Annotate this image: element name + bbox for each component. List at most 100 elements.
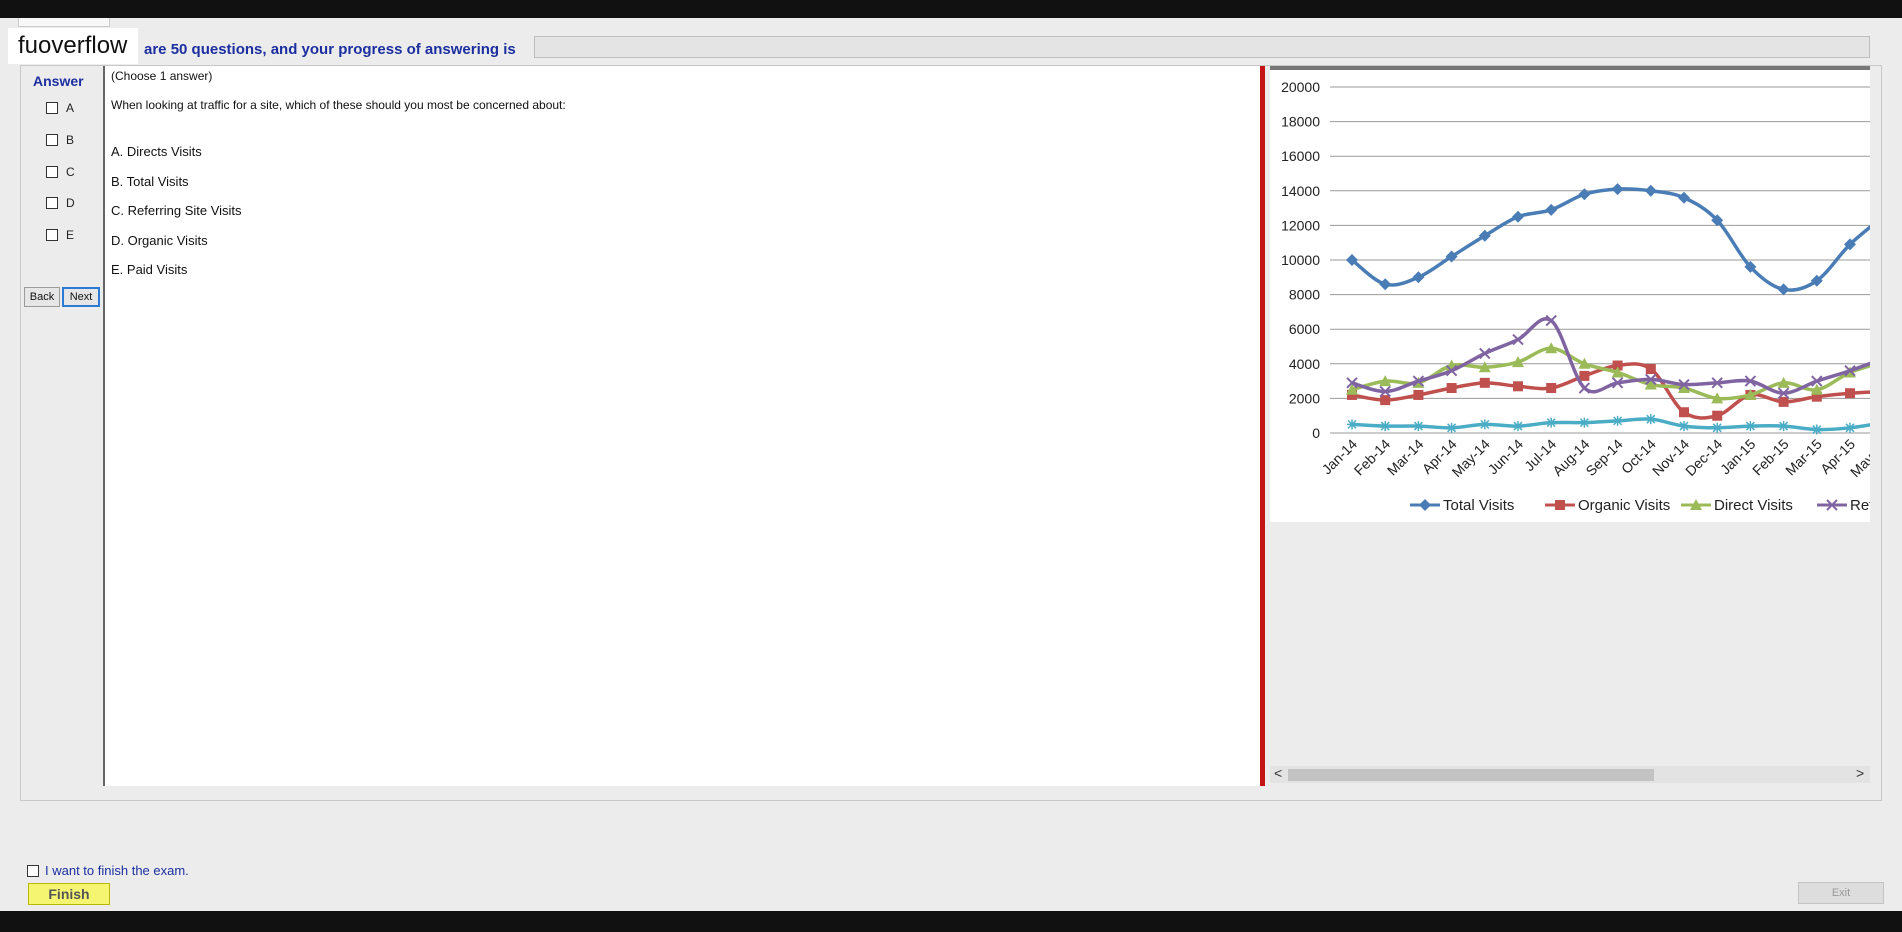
y-tick-label: 12000 [1281,217,1320,233]
y-tick-label: 2000 [1289,390,1320,406]
data-point [1645,414,1656,425]
data-point [1413,389,1424,400]
data-point [1545,203,1558,216]
scroll-right-icon[interactable]: > [1856,765,1864,781]
y-tick-label: 10000 [1281,252,1320,268]
data-point [1380,395,1391,406]
data-point [1512,210,1524,223]
data-point [1778,396,1789,407]
answer-option-e[interactable]: E [46,228,74,242]
data-point [1645,363,1656,374]
y-tick-label: 16000 [1281,148,1320,164]
answer-option-a[interactable]: A [46,101,74,115]
data-point [1745,421,1756,432]
answer-option-d[interactable]: D [46,196,75,210]
data-point [1611,183,1624,196]
data-point [1712,410,1723,421]
data-point [1845,422,1855,433]
data-point [1612,415,1623,426]
data-point [1347,419,1357,430]
data-point [1678,191,1690,204]
back-button[interactable]: Back [24,287,60,307]
y-tick-label: 14000 [1281,183,1320,199]
exam-window: fuoverflow are 50 questions, and your pr… [0,18,1902,911]
scroll-thumb[interactable] [1288,769,1654,781]
y-tick-label: 20000 [1281,79,1320,95]
option-label: E [66,228,75,242]
data-point [1555,500,1565,510]
question-panel: (Choose 1 answer) When looking at traffi… [103,66,1265,786]
finish-checkbox[interactable] [27,864,39,877]
line-chart: 0 2000 4000 6000 8000 10000 12000 14000 16000 180… [1281,79,1870,514]
logo: fuoverflow [8,28,138,64]
data-point [1679,407,1689,418]
option-label: B [66,133,75,147]
option-label: C [66,165,75,179]
data-point [1845,388,1855,399]
data-point [1380,421,1391,432]
data-point [1546,383,1557,394]
x-tick-label: Mar-15 [1782,436,1825,479]
data-point [1644,184,1657,197]
data-point [1413,421,1424,432]
data-point [1479,377,1490,388]
data-point [1513,421,1523,432]
finish-checkbox-row[interactable]: I want to finish the exam. [27,863,189,878]
finish-checkbox-label: I want to finish the exam. [45,863,189,878]
data-point [1712,422,1723,433]
next-button[interactable]: Next [62,287,100,307]
chart-container: 0 2000 4000 6000 8000 10000 12000 14000 16000 180… [1270,66,1870,522]
scroll-left-icon[interactable]: < [1274,765,1282,781]
y-tick-label: 18000 [1281,114,1320,130]
x-tick-label: May-14 [1449,436,1493,480]
x-tick-label: Sep-14 [1582,436,1625,479]
data-point [1578,188,1591,201]
checkbox[interactable] [46,197,58,209]
answer-title: Answer [33,73,84,89]
series-line [1351,317,1870,395]
legend-label: Refer [1850,497,1870,514]
checkbox[interactable] [46,134,58,146]
image-panel[interactable]: 0 2000 4000 6000 8000 10000 12000 14000 16000 180… [1270,66,1870,786]
data-point [1446,383,1457,394]
x-tick-label: Jun-14 [1485,436,1527,478]
y-tick-label: 8000 [1289,287,1320,303]
option-label: D [66,196,75,210]
tab-stub [18,18,110,27]
question-prompt: When looking at traffic for a site, whic… [111,98,566,112]
finish-button[interactable]: Finish [28,883,110,905]
choice-c: C. Referring Site Visits [111,203,242,218]
legend-label: Total Visits [1443,497,1514,514]
legend-label: Direct Visits [1714,497,1793,514]
exit-button[interactable]: Exit [1798,882,1884,904]
x-tick-label: Mar-14 [1384,436,1427,479]
option-label: A [66,101,75,115]
y-tick-label: 6000 [1289,321,1320,337]
data-point [1419,499,1431,511]
data-point [1412,271,1425,284]
choice-e: E. Paid Visits [111,262,188,277]
checkbox[interactable] [46,166,58,178]
y-tick-label: 0 [1312,425,1320,441]
x-tick-label: Feb-15 [1749,436,1792,479]
data-point [1777,283,1790,296]
data-point [1446,422,1457,433]
choice-a: A. Directs Visits [111,144,202,159]
y-tick-label: 4000 [1289,356,1320,372]
data-point [1513,381,1523,392]
x-tick-label: Feb-14 [1351,436,1394,479]
question-instruction: (Choose 1 answer) [111,69,213,83]
answer-option-b[interactable]: B [46,133,74,147]
answer-option-c[interactable]: C [46,165,75,179]
horizontal-scrollbar[interactable]: < > [1270,765,1870,783]
data-point [1579,417,1590,428]
data-point [1578,382,1591,394]
checkbox[interactable] [46,229,58,241]
data-point [1546,417,1557,428]
progress-bar [534,36,1870,58]
data-point [1379,278,1392,291]
data-point [1778,421,1789,432]
data-point [1479,419,1490,430]
series-line [1351,417,1870,432]
checkbox[interactable] [46,102,58,114]
